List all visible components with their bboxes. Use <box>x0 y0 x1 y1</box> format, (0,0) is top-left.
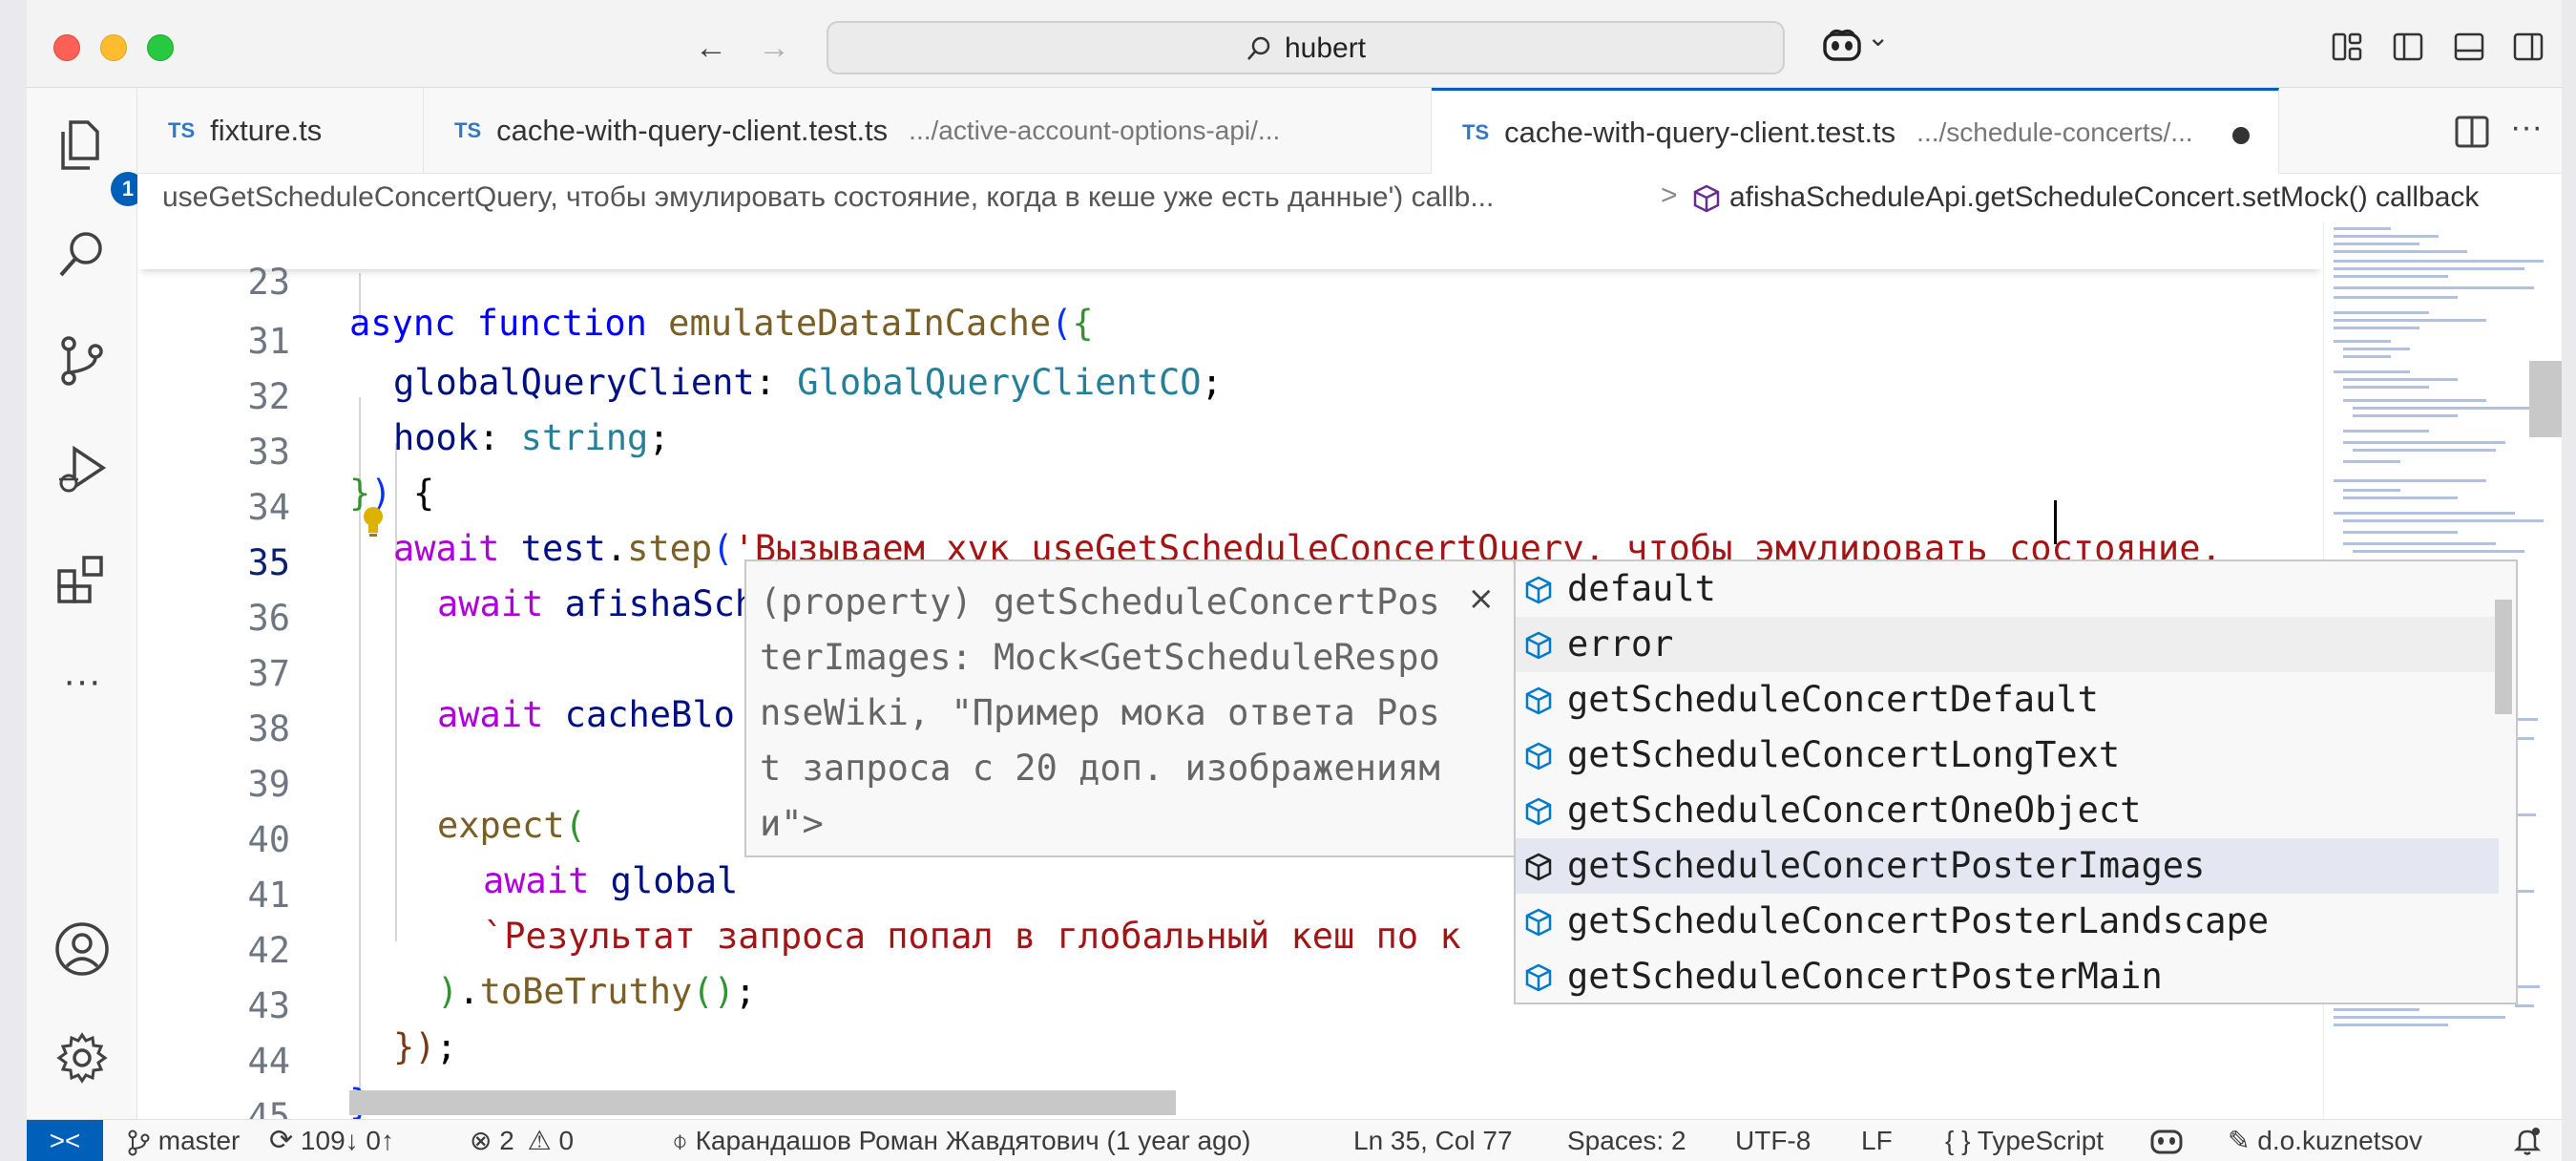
breadcrumb-separator: > <box>1661 179 1678 211</box>
unsaved-changes-dot-icon[interactable] <box>2232 127 2250 144</box>
property-cube-icon <box>1525 686 1552 715</box>
close-icon[interactable]: × <box>1468 571 1496 626</box>
command-center-search[interactable]: hubert <box>827 21 1785 74</box>
status-sync[interactable]: ⟳ 109↓ 0↑ <box>269 1127 394 1155</box>
forward-arrow-icon[interactable]: → <box>758 29 790 67</box>
property-cube-icon <box>1525 576 1552 604</box>
braces-icon: { } <box>1945 1126 1971 1155</box>
suggestion-item-getScheduleConcertLongText[interactable]: getScheduleConcertLongText <box>1516 728 2499 783</box>
notifications-bell-icon[interactable] <box>2512 1126 2543 1156</box>
property-cube-icon <box>1525 797 1552 826</box>
status-bar: >< master ⟳ 109↓ 0↑ ⊗ 2 ⚠ 0 ⌽ Карандашов… <box>27 1119 2562 1161</box>
code-line-33: 33 }) { <box>137 384 2323 514</box>
suggestion-scrollbar[interactable] <box>2495 600 2512 714</box>
suggestion-item-error[interactable]: error <box>1516 617 2499 672</box>
tab-label: cache-with-query-client.test.ts <box>496 114 889 147</box>
tab-description: .../active-account-options-api/... <box>909 116 1281 145</box>
source-control-icon[interactable] <box>53 332 111 390</box>
tab-cache-with-query-client-schedule-concerts[interactable]: TS cache-with-query-client.test.ts .../s… <box>1432 88 2279 175</box>
status-account[interactable]: ✎ d.o.kuznetsov <box>2228 1127 2422 1155</box>
editor-tab-bar: TS fixture.ts TS cache-with-query-client… <box>137 88 2562 175</box>
toggle-panel-icon[interactable] <box>2453 31 2485 63</box>
title-bar: ← → hubert ⌄ <box>27 0 2562 88</box>
typescript-file-icon: TS <box>1462 120 1490 144</box>
copilot-menu-button[interactable]: ⌄ <box>1821 22 1889 65</box>
tab-label: fixture.ts <box>210 114 323 147</box>
status-branch[interactable]: master <box>126 1127 240 1156</box>
copilot-status-icon[interactable] <box>2149 1126 2184 1156</box>
back-arrow-icon[interactable]: ← <box>695 29 727 67</box>
breadcrumb: useGetScheduleConcertQuery, чтобы эмулир… <box>137 174 2562 222</box>
line-number: 45 <box>247 1096 290 1119</box>
tab-label: cache-with-query-client.test.ts <box>1504 116 1896 149</box>
lightbulb-icon[interactable] <box>359 504 387 540</box>
suggestion-item-getScheduleConcertPosterLandscape[interactable]: getScheduleConcertPosterLandscape <box>1516 894 2499 949</box>
property-cube-icon <box>1525 908 1552 937</box>
edit-sparkle-icon: ✎ <box>2228 1126 2251 1155</box>
hover-signature: (property) getScheduleConcertPosterImage… <box>760 581 1440 844</box>
code-line-35: 35 await afishaScheduleApi.getScheduleCo… <box>137 495 2323 625</box>
tab-fixture-ts[interactable]: TS fixture.ts <box>137 88 424 174</box>
status-problems[interactable]: ⊗ 2 ⚠ 0 <box>470 1127 574 1155</box>
toggle-secondary-sidebar-icon[interactable] <box>2512 31 2545 63</box>
status-indentation[interactable]: Spaces: 2 <box>1567 1127 1686 1155</box>
status-cursor-position[interactable]: Ln 35, Col 77 <box>1353 1127 1513 1155</box>
method-cube-icon <box>1693 184 1720 213</box>
close-window-button[interactable] <box>53 34 80 61</box>
suggestion-item-getScheduleConcertDefault[interactable]: getScheduleConcertDefault <box>1516 672 2499 728</box>
minimap-slider[interactable] <box>2529 361 2562 437</box>
suggestion-item-getScheduleConcertOneObject[interactable]: getScheduleConcertOneObject <box>1516 783 2499 838</box>
code-line-34: 34 await test.step('Вызываем хук useGetS… <box>137 439 2323 569</box>
text-cursor <box>2054 500 2057 544</box>
status-language-mode[interactable]: { } TypeScript <box>1945 1127 2104 1155</box>
status-git-blame[interactable]: ⌽ Карандашов Роман Жавдятович (1 year ag… <box>672 1127 1251 1155</box>
suggestion-widget: default error getScheduleConcertDefault … <box>1514 559 2518 1004</box>
activity-bar: 1 ··· <box>27 88 145 1119</box>
minimize-window-button[interactable] <box>100 34 127 61</box>
property-cube-icon <box>1525 742 1552 770</box>
horizontal-scrollbar[interactable] <box>349 1090 1176 1115</box>
command-center-text: hubert <box>1285 32 1367 64</box>
hover-tooltip: (property) getScheduleConcertPosterImage… <box>744 559 1516 857</box>
typescript-file-icon: TS <box>168 118 196 142</box>
status-encoding[interactable]: UTF-8 <box>1735 1127 1811 1155</box>
layout-customize-icon[interactable] <box>2331 31 2363 63</box>
split-editor-icon[interactable] <box>2453 113 2491 151</box>
git-commit-icon: ⌽ <box>672 1126 688 1155</box>
warning-icon: ⚠ <box>527 1126 552 1155</box>
search-icon[interactable] <box>53 225 111 283</box>
extensions-icon[interactable] <box>53 550 111 607</box>
line-number: 23 <box>247 262 290 303</box>
suggestion-item-default[interactable]: default <box>1516 561 2499 617</box>
vscode-window: ← → hubert ⌄ 1 ··· TS fixture.ts TS cach… <box>27 0 2562 1161</box>
copilot-icon <box>1823 29 1861 61</box>
toggle-primary-sidebar-icon[interactable] <box>2392 31 2424 63</box>
zoom-window-button[interactable] <box>147 34 174 61</box>
breadcrumb-item-setmock-callback[interactable]: afishaScheduleApi.getScheduleConcert.set… <box>1729 181 2479 214</box>
typescript-file-icon: TS <box>454 118 482 142</box>
remote-indicator-icon[interactable]: >< <box>27 1120 103 1161</box>
suggestion-item-getScheduleConcertPosterMain[interactable]: getScheduleConcertPosterMain <box>1516 949 2499 1003</box>
property-cube-icon <box>1525 853 1552 881</box>
sync-icon: ⟳ <box>269 1125 294 1156</box>
accounts-icon[interactable] <box>53 920 111 978</box>
explorer-icon[interactable]: 1 <box>53 116 145 206</box>
tab-cache-with-query-client-active-account[interactable]: TS cache-with-query-client.test.ts .../a… <box>424 88 1432 174</box>
git-branch-icon <box>128 1129 150 1156</box>
breadcrumb-item-test-step-callback[interactable]: useGetScheduleConcertQuery, чтобы эмулир… <box>162 181 1651 214</box>
more-actions-icon[interactable]: ··· <box>2510 109 2548 147</box>
more-icon[interactable]: ··· <box>53 662 111 724</box>
run-debug-icon[interactable] <box>53 441 111 498</box>
tab-description: .../schedule-concerts/... <box>1916 117 2193 147</box>
status-eol[interactable]: LF <box>1861 1127 1893 1155</box>
property-cube-icon <box>1525 631 1552 660</box>
manage-gear-icon[interactable] <box>53 1029 111 1087</box>
search-icon <box>1247 36 1270 60</box>
property-cube-icon <box>1525 963 1552 992</box>
error-icon: ⊗ <box>470 1126 492 1155</box>
suggestion-item-getScheduleConcertPosterImages[interactable]: getScheduleConcertPosterImages <box>1516 838 2499 894</box>
chevron-down-icon: ⌄ <box>1867 22 1890 52</box>
code-line-23: 23 async function emulateDataInCache({ <box>137 222 2323 344</box>
